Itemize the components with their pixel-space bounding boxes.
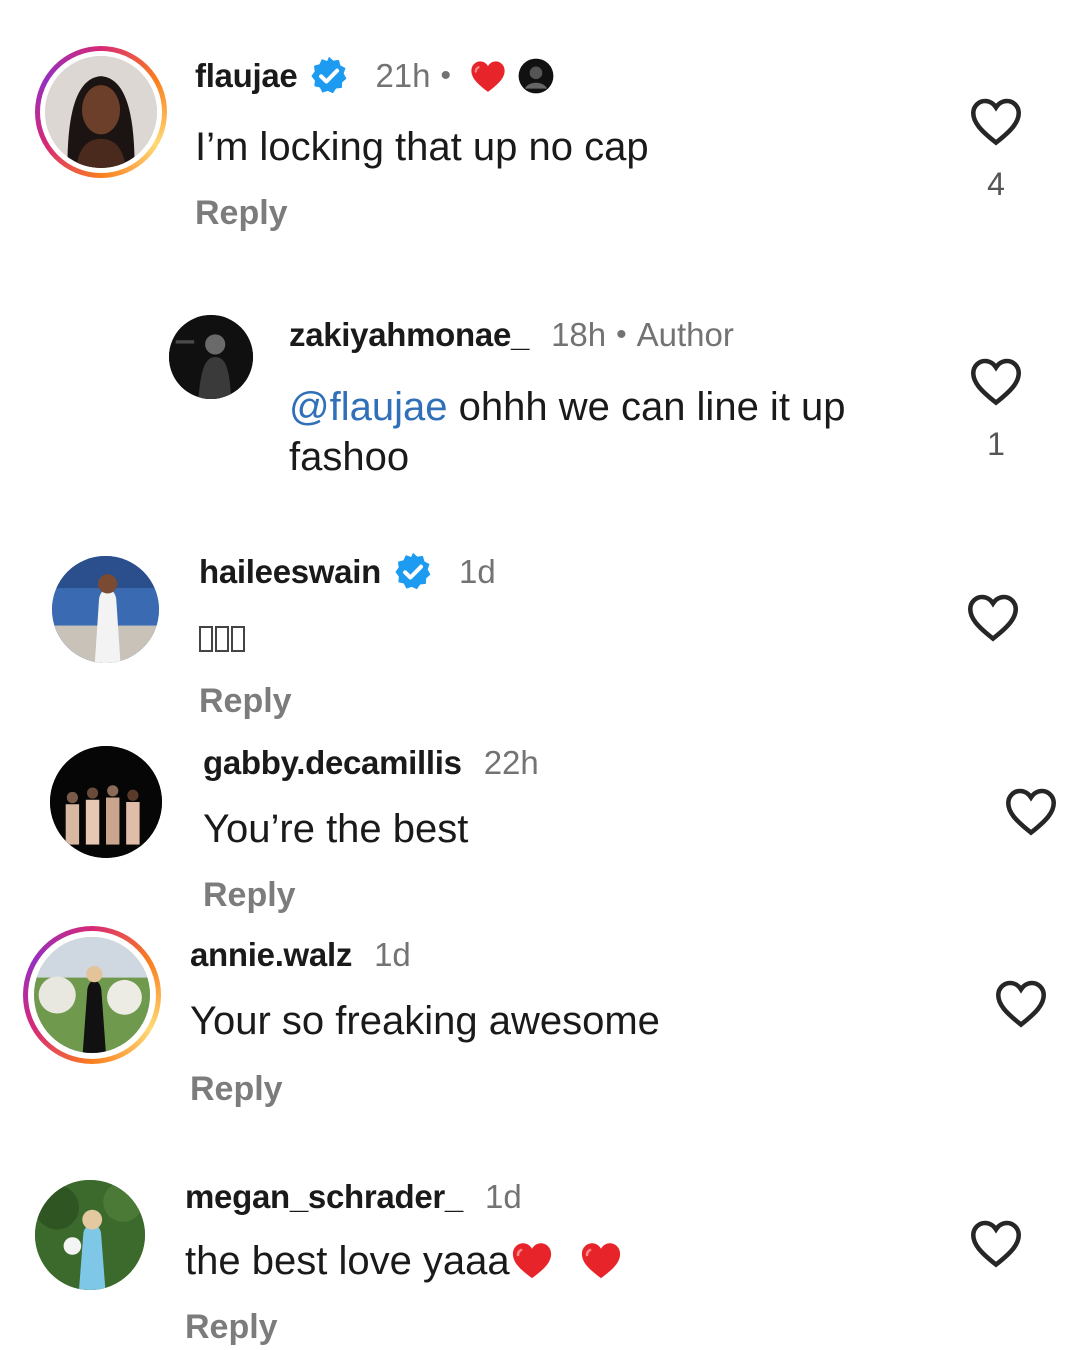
timestamp: 18h [551, 316, 607, 353]
creator-avatar-icon [517, 57, 555, 95]
timestamp: 1d [374, 936, 411, 973]
like-heart-icon[interactable] [993, 978, 1049, 1028]
comment-text-line-2: fashoo [289, 435, 410, 479]
reply-button[interactable]: Reply [190, 1070, 283, 1109]
comment-text: I’m locking that up no cap [195, 125, 649, 169]
avatar[interactable] [52, 556, 159, 663]
verified-icon [307, 54, 351, 98]
red-heart-emoji-icon [510, 1240, 554, 1280]
timestamp: 21h [375, 57, 431, 94]
avatar[interactable] [34, 937, 150, 1053]
avatar[interactable] [35, 1180, 145, 1290]
author-badge: Author [636, 316, 734, 353]
comment-text-missing-glyphs [199, 612, 247, 662]
reply-button[interactable]: Reply [199, 682, 292, 721]
like-heart-icon[interactable] [965, 592, 1021, 642]
mention-link[interactable]: @flaujae [289, 385, 447, 429]
reply-button[interactable]: Reply [195, 194, 288, 233]
avatar[interactable] [45, 56, 157, 168]
comment-text-line-1: ohhh we can line it up [447, 385, 846, 429]
like-heart-icon[interactable] [968, 96, 1024, 146]
comment-text-content: the best love yaaa [185, 1239, 510, 1283]
red-heart-icon [469, 57, 507, 95]
like-count: 1 [987, 426, 1005, 462]
separator-dot: • [440, 59, 452, 92]
red-heart-emoji-icon [579, 1240, 623, 1280]
username[interactable]: flaujae [195, 57, 298, 95]
comment-text: You’re the best [203, 807, 469, 851]
username[interactable]: zakiyahmonae_ [289, 316, 529, 354]
avatar[interactable] [50, 746, 162, 858]
comment-text: the best love yaaa [185, 1236, 623, 1286]
timestamp: 1d [458, 553, 496, 590]
reply-button[interactable]: Reply [203, 876, 296, 915]
verified-icon [391, 550, 435, 594]
reply-button[interactable]: Reply [185, 1308, 278, 1347]
username[interactable]: annie.walz [190, 936, 352, 974]
avatar[interactable] [169, 315, 253, 399]
username[interactable]: haileeswain [199, 553, 381, 591]
like-heart-icon[interactable] [968, 356, 1024, 406]
like-heart-icon[interactable] [968, 1218, 1024, 1268]
username[interactable]: megan_schrader_ [185, 1178, 463, 1216]
like-count: 4 [987, 166, 1005, 202]
comment-text: @flaujae ohhh we can line it up fashoo [289, 382, 846, 482]
story-ring[interactable] [35, 46, 167, 178]
comment-text: Your so freaking awesome [190, 999, 660, 1043]
timestamp: 1d [484, 1178, 522, 1215]
separator-dot: • [616, 318, 627, 351]
like-heart-icon[interactable] [1003, 786, 1059, 836]
story-ring[interactable] [23, 926, 161, 1064]
username[interactable]: gabby.decamillis [203, 744, 462, 782]
timestamp: 22h [483, 744, 539, 781]
